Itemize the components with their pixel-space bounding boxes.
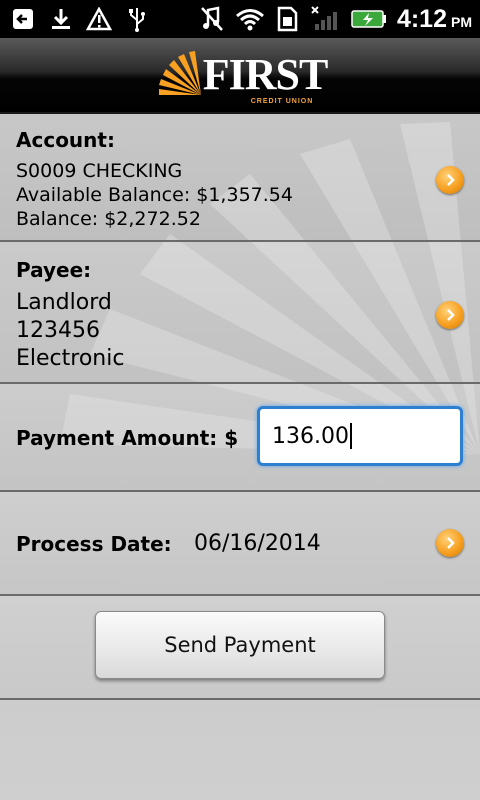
back-arrow-icon	[8, 4, 38, 34]
bill-pay-form: Account: S0009 CHECKING Available Balanc…	[0, 114, 480, 800]
status-time: 4:12	[396, 4, 447, 33]
logo-subtext: CREDIT UNION	[250, 98, 314, 105]
payment-amount-value: 136.00	[272, 423, 349, 449]
process-date-value: 06/16/2014	[194, 531, 321, 556]
payment-amount-label: Payment Amount: $	[16, 426, 239, 450]
no-signal-icon	[311, 4, 341, 34]
download-icon	[46, 4, 76, 34]
payee-label: Payee:	[16, 258, 92, 282]
account-name: S0009 CHECKING	[16, 160, 183, 182]
process-date-chevron-icon[interactable]	[436, 529, 464, 557]
app-header: FIRST CREDIT UNION	[0, 38, 480, 114]
status-bar: 4:12 PM	[0, 0, 480, 38]
first-credit-union-logo: FIRST CREDIT UNION	[153, 50, 329, 105]
account-balance: Balance: $2,272.52	[16, 208, 201, 230]
text-caret	[349, 423, 352, 449]
usb-icon	[122, 4, 152, 34]
payee-method: Electronic	[16, 346, 125, 371]
payee-name: Landlord	[16, 290, 112, 315]
process-date-section[interactable]: Process Date: 06/16/2014	[0, 492, 480, 596]
payee-section[interactable]: Payee: Landlord 123456 Electronic	[0, 242, 480, 384]
account-section[interactable]: Account: S0009 CHECKING Available Balanc…	[0, 114, 480, 242]
account-chevron-icon[interactable]	[436, 166, 464, 194]
muted-icon	[197, 4, 227, 34]
sunburst-logo-icon	[158, 51, 201, 95]
payment-amount-input[interactable]: 136.00	[257, 406, 463, 466]
logo-text: FIRST	[202, 50, 329, 99]
send-payment-button[interactable]: Send Payment	[95, 611, 385, 679]
process-date-label: Process Date:	[16, 532, 172, 556]
payee-number: 123456	[16, 318, 100, 343]
account-label: Account:	[16, 128, 115, 152]
wifi-icon	[235, 4, 265, 34]
payee-chevron-icon[interactable]	[436, 301, 464, 329]
warning-icon	[84, 4, 114, 34]
available-balance: Available Balance: $1,357.54	[16, 184, 293, 206]
sim-card-icon	[273, 4, 303, 34]
status-ampm: PM	[451, 14, 472, 30]
battery-charging-icon	[349, 4, 389, 34]
